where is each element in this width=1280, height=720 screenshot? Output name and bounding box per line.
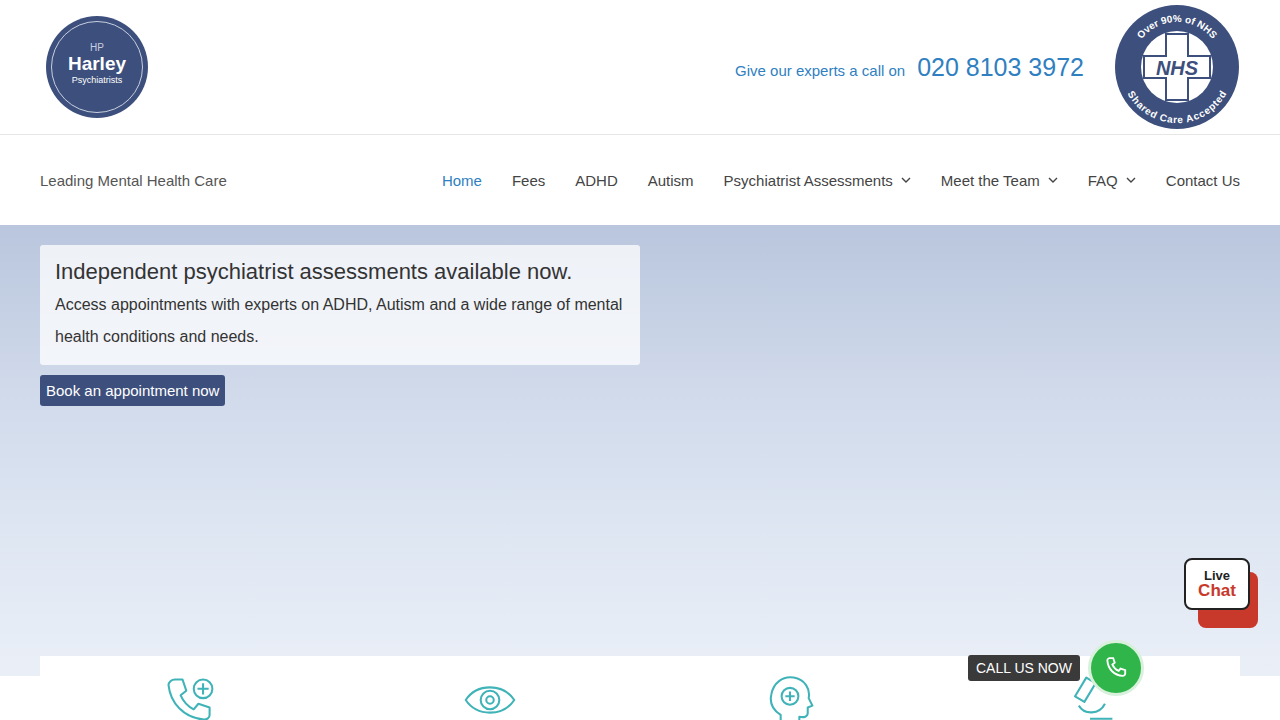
svg-text:Over 90% of NHS: Over 90% of NHS [1135,13,1220,41]
book-button[interactable]: Book an appointment now [40,375,225,406]
svg-text:NHS: NHS [1156,57,1199,79]
nav-item[interactable]: Autism [648,172,694,189]
call-now-label: CALL US NOW [968,655,1080,681]
chevron-down-icon [901,177,911,183]
hero-title: Independent psychiatrist assessments ava… [55,259,625,285]
nav-item[interactable]: Psychiatrist Assessments [724,172,911,189]
hero: Independent psychiatrist assessments ava… [0,225,1280,676]
head-cross-icon [762,672,818,720]
hero-caption: Independent psychiatrist assessments ava… [40,245,640,365]
logo-name: Harley [68,53,126,75]
nav-item[interactable]: ADHD [575,172,618,189]
logo[interactable]: HPHarleyPsychiatrists [46,16,148,118]
live-chat-button[interactable]: LiveChat [1184,558,1262,636]
svg-text:Shared Care Accepted: Shared Care Accepted [1126,89,1229,125]
navbar: Leading Mental Health Care Home Fees ADHD Au… [0,135,1280,225]
nhs-badge: NHS Over 90% of NHS Shared Care Accepted [1114,4,1240,130]
logo-mark: HP [90,42,104,53]
nav-item[interactable]: Contact Us [1166,172,1240,189]
hero-text: Access appointments with experts on ADHD… [55,289,625,353]
chevron-down-icon [1048,177,1058,183]
call-prompt: Give our experts a call on [735,62,905,79]
nav-item[interactable]: FAQ [1088,172,1136,189]
phone-icon [1102,654,1130,682]
nav-item[interactable]: Meet the Team [941,172,1058,189]
nav-item[interactable]: Home [442,172,482,189]
chevron-down-icon [1126,177,1136,183]
phone-cross-icon [162,672,218,720]
page: HPHarleyPsychiatrists Give our experts a … [0,0,1280,720]
logo-subtitle: Psychiatrists [72,75,123,85]
tagline: Leading Mental Health Care [40,172,227,189]
nav-item[interactable]: Fees [512,172,545,189]
eye-icon [462,672,518,720]
header: HPHarleyPsychiatrists Give our experts a … [0,0,1280,135]
phone-number[interactable]: 020 8103 3972 [917,53,1084,82]
call-now-widget[interactable]: CALL US NOW [968,640,1144,696]
